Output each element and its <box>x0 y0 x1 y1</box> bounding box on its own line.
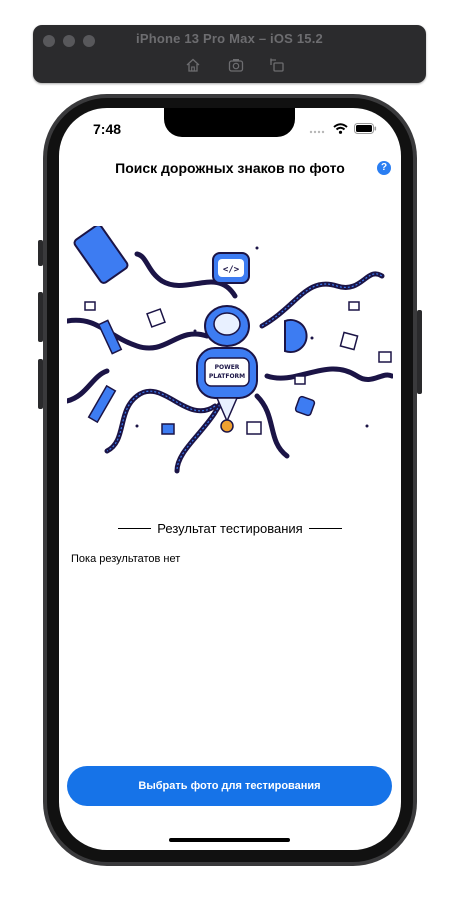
svg-text:POWER: POWER <box>215 364 240 371</box>
status-time: 7:48 <box>93 121 122 137</box>
status-icons <box>309 123 377 134</box>
pie-graphic <box>284 319 308 353</box>
simulator-title: iPhone 13 Pro Max – iOS 15.2 <box>136 31 323 46</box>
select-photo-button[interactable]: Выбрать фото для тестирования <box>67 766 392 806</box>
signal-icon <box>309 130 325 133</box>
robot-graphic: POWER PLATFORM <box>196 305 258 433</box>
home-indicator[interactable] <box>169 838 290 842</box>
page-title: Поиск дорожных знаков по фото <box>115 160 345 176</box>
simulator-window-bar: iPhone 13 Pro Max – iOS 15.2 <box>33 25 426 83</box>
divider-left <box>118 528 152 529</box>
rotate-icon[interactable] <box>268 56 286 74</box>
wifi-icon <box>333 123 348 134</box>
results-section-header: Результат тестирования <box>59 521 401 536</box>
svg-text:PLATFORM: PLATFORM <box>209 373 245 380</box>
notch <box>164 108 295 137</box>
svg-text:</>: </> <box>223 265 240 275</box>
app-screen: 7:48 Поиск дорожных знаков по фото ? </>… <box>59 108 401 850</box>
power-button <box>417 310 422 394</box>
help-icon[interactable]: ? <box>377 161 391 175</box>
divider-right <box>308 528 342 529</box>
screenshot-icon[interactable] <box>227 56 245 74</box>
home-icon[interactable] <box>184 56 202 74</box>
battery-icon <box>354 123 377 134</box>
results-header-label: Результат тестирования <box>157 521 303 536</box>
robot-illustration: </> POWER PLATFORM <box>67 226 393 474</box>
smartphone-graphic <box>73 226 129 284</box>
code-bubble-graphic: </> <box>212 252 250 284</box>
results-empty-text: Пока результатов нет <box>71 553 181 565</box>
